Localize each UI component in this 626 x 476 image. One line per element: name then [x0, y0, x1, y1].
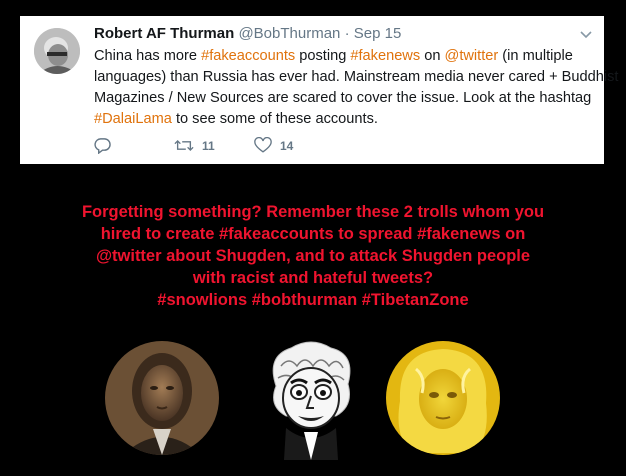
tweet-date[interactable]: Sep 15 — [354, 25, 402, 42]
tweet-text-segment: posting — [295, 48, 351, 64]
caption-line: @twitter about Shugden, and to attack Sh… — [95, 247, 531, 265]
author-avatar[interactable] — [34, 28, 80, 74]
caricature-drawing — [256, 336, 366, 460]
retweet-count: 11 — [202, 138, 215, 153]
hashtag-link[interactable]: #fakeaccounts — [201, 48, 295, 64]
portrait-woman-photo — [386, 341, 500, 455]
like-button[interactable]: 14 — [254, 137, 293, 154]
caption-line: with racist and hateful tweets? — [192, 269, 434, 287]
tweet-text-line: Magazines / New Sources are scared to co… — [94, 88, 591, 109]
date-separator: · — [344, 25, 350, 42]
tweet-text-line: #DalaiLama to see some of these accounts… — [94, 109, 564, 130]
caption-line: Forgetting something? Remember these 2 t… — [81, 203, 545, 221]
tweet-text-line: languages) than Russia has ever had. Mai… — [94, 67, 618, 88]
portrait-man-photo — [105, 341, 219, 455]
author-handle[interactable]: @BobThurman — [238, 25, 340, 42]
tweet-text-segment: on — [420, 48, 445, 64]
tweet-actions: 11 14 — [94, 137, 394, 155]
tweet-header: Robert AF Thurman @BobThurman · Sep 15 — [94, 25, 401, 42]
chevron-down-icon[interactable] — [578, 26, 594, 42]
tweet-text: China has more #fakeaccounts posting #fa… — [94, 46, 618, 130]
retweet-button[interactable]: 11 — [174, 137, 215, 154]
like-count: 14 — [280, 138, 294, 153]
hashtag-link[interactable]: #DalaiLama — [94, 111, 172, 127]
tweet-text-segment: languages) than Russia has ever had. Mai… — [94, 69, 619, 85]
hashtag-link[interactable]: #fakenews — [350, 48, 420, 64]
author-name[interactable]: Robert AF Thurman — [94, 25, 234, 42]
tweet-text-segment: China has more — [94, 48, 202, 64]
caption-line: hired to create #fakeaccounts to spread … — [100, 225, 526, 243]
hashtag-line: #snowlions #bobthurman #TibetanZone — [157, 291, 469, 309]
reply-icon — [94, 137, 111, 154]
mention-link[interactable]: @twitter — [445, 48, 499, 64]
retweet-icon — [174, 137, 194, 154]
reply-button[interactable] — [94, 137, 111, 154]
tweet-text-line: China has more #fakeaccounts posting #fa… — [94, 46, 573, 67]
tweet-text-segment: (in multiple — [498, 48, 573, 64]
caption-text: Forgetting something? Remember these 2 t… — [0, 201, 626, 311]
heart-icon — [254, 137, 272, 154]
tweet-text-segment: to see some of these accounts. — [171, 111, 378, 127]
tweet-card[interactable]: Robert AF Thurman @BobThurman · Sep 15 C… — [20, 16, 618, 164]
tweet-text-segment: Magazines / New Sources are scared to co… — [94, 90, 592, 106]
